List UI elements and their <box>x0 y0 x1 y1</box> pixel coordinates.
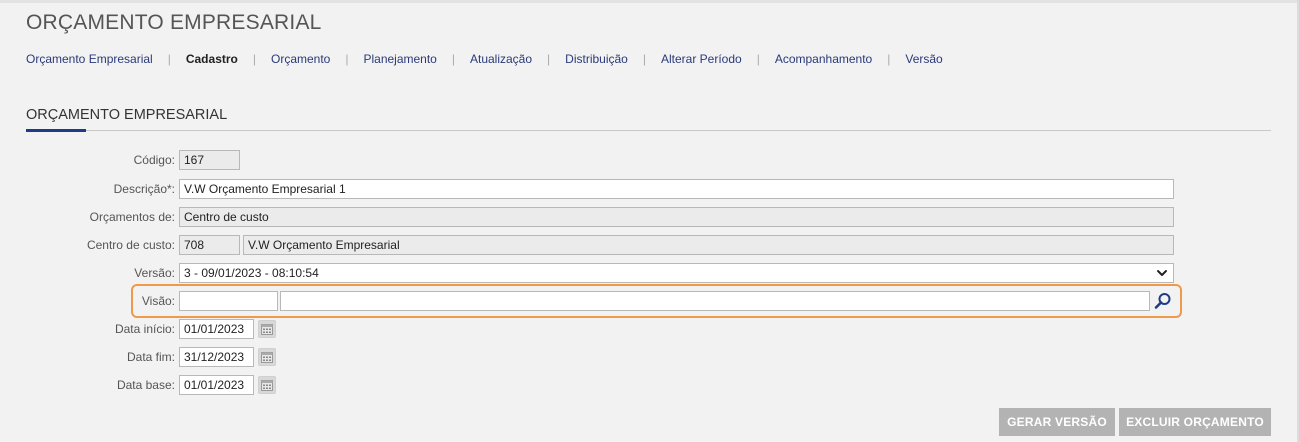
versao-label: Versão: <box>134 266 175 280</box>
menu-separator: | <box>252 52 256 66</box>
calendar-icon <box>261 352 273 363</box>
menu-item-cadastro[interactable]: Cadastro <box>186 52 238 66</box>
visao-name-input[interactable] <box>280 291 1150 311</box>
section-divider <box>26 130 1271 131</box>
data-base-calendar-button[interactable] <box>258 376 276 394</box>
menu-item-atualizacao[interactable]: Atualização <box>470 52 532 66</box>
data-base-input[interactable]: 01/01/2023 <box>179 375 254 395</box>
chevron-down-icon <box>1157 270 1167 276</box>
app-title: ORÇAMENTO EMPRESARIAL <box>26 11 322 34</box>
visao-code-input[interactable] <box>179 291 278 311</box>
magnifier-icon <box>1154 293 1171 309</box>
data-fim-calendar-button[interactable] <box>258 348 276 366</box>
gerar-versao-button[interactable]: GERAR VERSÃO <box>999 408 1115 436</box>
menu-item-acompanhamento[interactable]: Acompanhamento <box>775 52 872 66</box>
menu-item-planejamento[interactable]: Planejamento <box>363 52 436 66</box>
menu-separator: | <box>547 52 551 66</box>
centro-custo-code-field: 708 <box>179 235 240 255</box>
versao-selected-value: 3 - 09/01/2023 - 08:10:54 <box>184 266 319 280</box>
data-base-label: Data base: <box>116 378 175 392</box>
orcamentos-de-field: Centro de custo <box>179 207 1174 227</box>
descricao-input[interactable]: V.W Orçamento Empresarial 1 <box>179 179 1174 199</box>
visao-search-button[interactable] <box>1153 291 1173 311</box>
menu-separator: | <box>642 52 646 66</box>
data-fim-input[interactable]: 31/12/2023 <box>179 347 254 367</box>
menu-item-distribuicao[interactable]: Distribuição <box>565 52 628 66</box>
menu-item-orcamento-empresarial[interactable]: Orçamento Empresarial <box>26 52 153 66</box>
window-top-border <box>0 0 1299 3</box>
main-menu: Orçamento Empresarial | Cadastro | Orçam… <box>26 52 943 66</box>
descricao-label: Descrição*: <box>113 182 175 196</box>
visao-label: Visão: <box>141 294 175 308</box>
menu-separator: | <box>887 52 891 66</box>
section-title: ORÇAMENTO EMPRESARIAL <box>26 107 228 123</box>
data-inicio-input[interactable]: 01/01/2023 <box>179 319 254 339</box>
menu-separator: | <box>345 52 349 66</box>
data-fim-label: Data fim: <box>126 350 175 364</box>
centro-custo-name-field: V.W Orçamento Empresarial <box>243 235 1174 255</box>
menu-separator: | <box>451 52 455 66</box>
menu-item-versao[interactable]: Versão <box>905 52 942 66</box>
excluir-orcamento-button[interactable]: EXCLUIR ORÇAMENTO <box>1119 408 1271 436</box>
menu-item-alterar-periodo[interactable]: Alterar Período <box>661 52 742 66</box>
data-inicio-calendar-button[interactable] <box>258 320 276 338</box>
calendar-icon <box>261 380 273 391</box>
codigo-label: Código: <box>133 153 175 167</box>
centro-custo-label: Centro de custo: <box>86 238 175 252</box>
section-accent-bar <box>26 129 86 132</box>
data-inicio-label: Data início: <box>114 322 175 336</box>
menu-separator: | <box>167 52 171 66</box>
calendar-icon <box>261 324 273 335</box>
menu-separator: | <box>756 52 760 66</box>
orcamentos-de-label: Orçamentos de: <box>89 210 175 224</box>
versao-select[interactable]: 3 - 09/01/2023 - 08:10:54 <box>179 263 1174 283</box>
codigo-field: 167 <box>179 150 240 170</box>
menu-item-orcamento[interactable]: Orçamento <box>271 52 330 66</box>
